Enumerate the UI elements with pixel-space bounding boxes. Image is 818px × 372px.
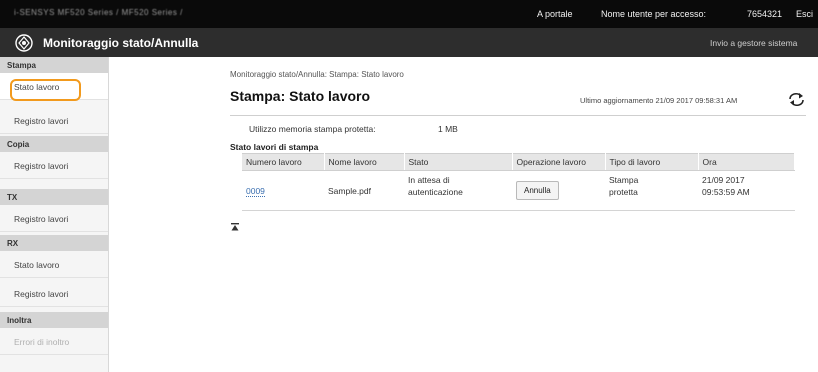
job-type-line2: protetta: [609, 187, 638, 197]
refresh-icon[interactable]: [788, 92, 805, 106]
portal-link[interactable]: A portale: [537, 9, 573, 19]
job-date: 21/09 2017: [702, 175, 745, 185]
title-bar: Monitoraggio stato/Annulla Invio a gesto…: [0, 28, 818, 57]
job-type-line1: Stampa: [609, 175, 639, 185]
mail-admin-link[interactable]: Invio a gestore sistema: [710, 38, 797, 48]
breadcrumb: Monitoraggio stato/Annulla: Stampa: Stat…: [230, 70, 404, 79]
column-header-job-type: Tipo di lavoro: [605, 153, 699, 171]
sidebar-item-print-job-status[interactable]: Stato lavoro: [0, 73, 108, 100]
login-username-label: Nome utente per accesso:: [601, 9, 707, 19]
back-to-top-icon[interactable]: [231, 223, 239, 231]
logout-link[interactable]: Esci: [796, 9, 813, 19]
page-title: Stampa: Stato lavoro: [230, 88, 371, 104]
column-header-status: Stato: [404, 153, 513, 171]
title-divider: [230, 115, 806, 116]
sidebar-item-forward-errors: Errori di inoltro: [0, 328, 108, 355]
column-header-job-number: Numero lavoro: [242, 153, 325, 171]
sidebar-section-print: Stampa: [0, 57, 108, 73]
memory-usage-value: 1 MB: [438, 124, 458, 134]
app-logo-icon: [15, 34, 33, 52]
sidebar-section-forward: Inoltra: [0, 312, 108, 328]
job-status-line1: In attesa di: [408, 175, 450, 185]
column-header-job-name: Nome lavoro: [324, 153, 405, 171]
last-updated: Ultimo aggiornamento 21/09 2017 09:58:31…: [580, 96, 738, 105]
job-time-cell: 21/09 2017 09:53:59 AM: [698, 170, 795, 211]
sidebar-section-rx: RX: [0, 235, 108, 251]
job-number-cell: 0009: [242, 170, 324, 211]
table-header-row: Numero lavoro Nome lavoro Stato Operazio…: [242, 153, 795, 171]
sidebar-item-rx-job-status[interactable]: Stato lavoro: [0, 251, 108, 278]
section-title: Stato lavori di stampa: [230, 142, 319, 152]
column-header-time: Ora: [698, 153, 795, 171]
sidebar-item-tx-job-log[interactable]: Registro lavori: [0, 205, 108, 232]
table-row: 0009 Sample.pdf In attesa di autenticazi…: [242, 170, 795, 211]
sidebar-item-print-job-log[interactable]: Registro lavori: [0, 107, 108, 134]
app-title: Monitoraggio stato/Annulla: [43, 36, 199, 50]
top-bar: i-SENSYS MF520 Series / MF520 Series / A…: [0, 0, 818, 28]
job-operation-cell: Annulla: [512, 170, 605, 211]
job-time: 09:53:59 AM: [702, 187, 750, 197]
cancel-job-button[interactable]: Annulla: [516, 181, 559, 200]
sidebar-section-copy: Copia: [0, 136, 108, 152]
column-header-job-operation: Operazione lavoro: [512, 153, 606, 171]
sidebar-section-tx: TX: [0, 189, 108, 205]
job-status-line2: autenticazione: [408, 187, 463, 197]
job-name-cell: Sample.pdf: [324, 170, 404, 211]
sidebar-item-copy-job-log[interactable]: Registro lavori: [0, 152, 108, 179]
device-name: i-SENSYS MF520 Series / MF520 Series /: [14, 8, 183, 17]
job-status-cell: In attesa di autenticazione: [404, 170, 512, 211]
login-username-value: 7654321: [747, 9, 783, 19]
sidebar: Stampa Stato lavoro Registro lavori Copi…: [0, 57, 109, 372]
job-status-table: Numero lavoro Nome lavoro Stato Operazio…: [242, 153, 795, 211]
memory-usage-label: Utilizzo memoria stampa protetta:: [249, 124, 376, 134]
job-type-cell: Stampa protetta: [605, 170, 698, 211]
sidebar-item-rx-job-log[interactable]: Registro lavori: [0, 280, 108, 307]
job-number-link[interactable]: 0009: [246, 185, 265, 197]
